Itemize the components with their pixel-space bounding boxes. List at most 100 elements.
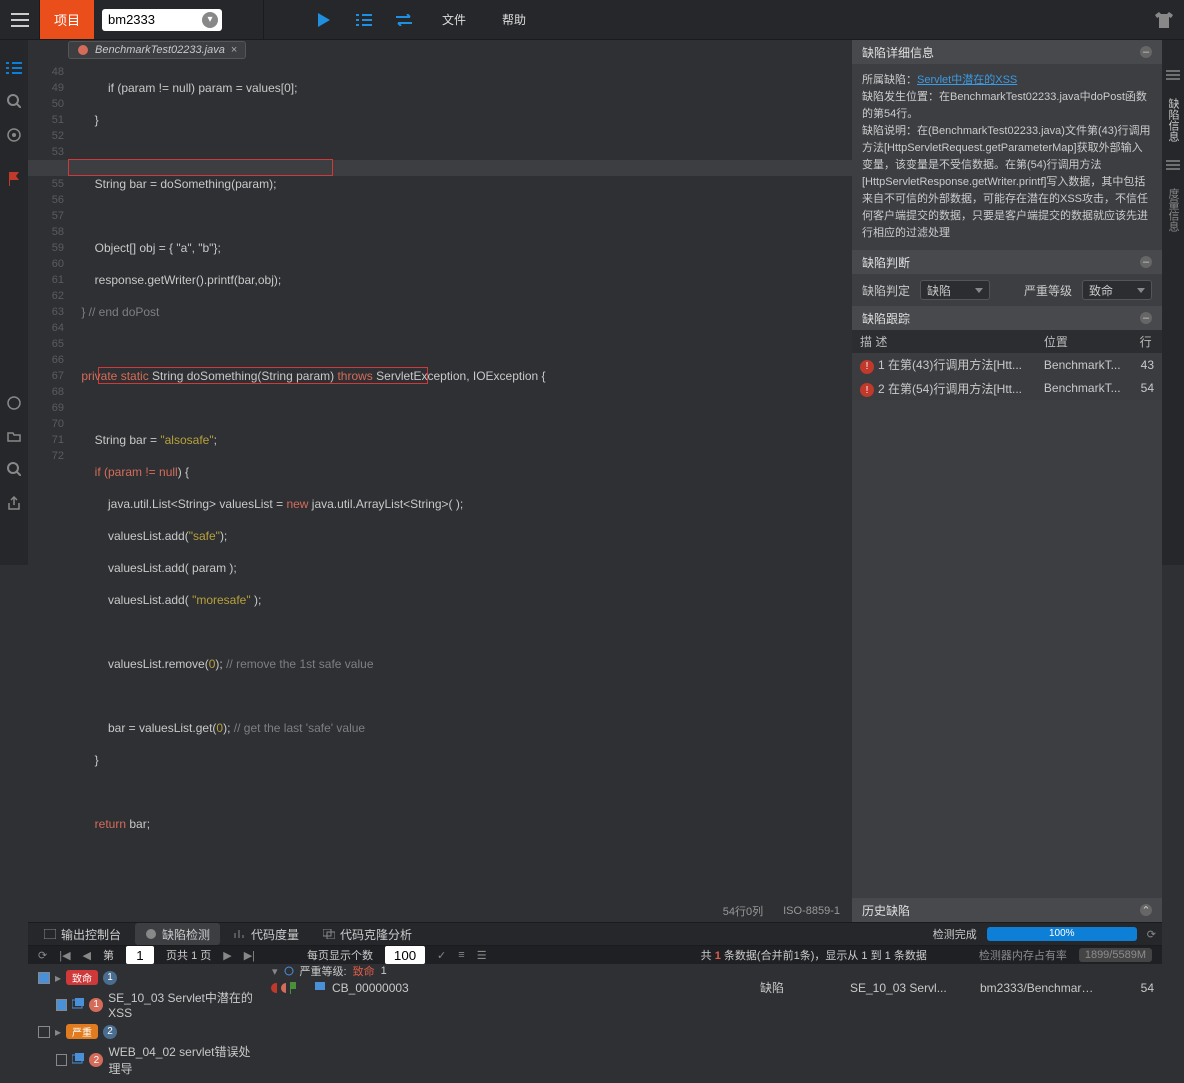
- nav-export-icon[interactable]: [7, 496, 21, 510]
- java-icon: [77, 44, 89, 56]
- refresh-icon[interactable]: ⟳: [38, 949, 47, 962]
- nav-flag-icon[interactable]: [8, 172, 20, 186]
- collapse-icon[interactable]: –: [1140, 256, 1152, 268]
- console-icon: [44, 929, 56, 939]
- tab-defect[interactable]: 缺陷检测: [135, 923, 220, 945]
- copy-icon: [312, 982, 326, 994]
- summary: 共 1 条数据(合并前1条)，显示从 1 到 1 条数据: [701, 947, 927, 963]
- defect-icon: [145, 928, 157, 940]
- next-page-icon[interactable]: ▶: [223, 949, 231, 962]
- memory-value: 1899/5589M: [1079, 948, 1152, 962]
- menu-icon[interactable]: [0, 0, 40, 39]
- copy-icon: [72, 998, 84, 1012]
- judge-label: 缺陷判定: [862, 282, 910, 299]
- right-rail: 缺陷信息 度量信息: [1162, 40, 1184, 565]
- first-page-icon[interactable]: |◀: [59, 949, 70, 962]
- track-table: 描 述位置行 !1 在第(43)行调用方法[Htt...BenchmarkT..…: [852, 330, 1162, 400]
- panel-title: 缺陷详细信息: [862, 44, 934, 61]
- defect-detail: 所属缺陷：Servlet中潜在的XSS 缺陷发生位置：在BenchmarkTes…: [852, 64, 1162, 250]
- nav-search2-icon[interactable]: [7, 462, 21, 476]
- tab-clone[interactable]: 代码克隆分析: [313, 923, 422, 945]
- flag-icon: [289, 982, 296, 994]
- editor-tabs: BenchmarkTest02233.java ×: [28, 40, 852, 60]
- left-rail: [0, 40, 28, 565]
- copy-icon: [72, 1053, 85, 1067]
- right-tab-defect[interactable]: 缺陷信息: [1165, 98, 1181, 142]
- editor-status: 54行0列 ISO-8859-1: [28, 900, 852, 922]
- filter-icon[interactable]: ≡: [458, 949, 464, 961]
- bug-icon: [270, 982, 277, 994]
- collapse-icon[interactable]: –: [1140, 46, 1152, 58]
- prev-page-icon[interactable]: ◀: [83, 949, 91, 962]
- nav-folder-icon[interactable]: [7, 430, 21, 442]
- expand-icon[interactable]: ⌃: [1140, 904, 1152, 916]
- list-icon[interactable]: [344, 0, 384, 39]
- severity-select[interactable]: 致命: [1082, 280, 1152, 300]
- track-row[interactable]: !2 在第(54)行调用方法[Htt...BenchmarkT...54: [852, 377, 1162, 401]
- table-row[interactable]: CB_00000003 缺陷 SE_10_03 Servl... bm2333/…: [264, 979, 1162, 996]
- nav-bug-icon[interactable]: [7, 396, 21, 410]
- code-content: if (param != null) param = values[0]; } …: [68, 60, 852, 900]
- per-page-input[interactable]: [385, 946, 425, 964]
- main: BenchmarkTest02233.java × 48495051525354…: [28, 40, 1162, 565]
- tab-metric[interactable]: 代码度量: [224, 923, 309, 945]
- right-list-icon[interactable]: [1166, 70, 1180, 80]
- severity-group[interactable]: ▾ 严重等级: 致命 1: [264, 963, 1162, 979]
- close-icon[interactable]: ×: [231, 44, 237, 56]
- upper-pane: BenchmarkTest02233.java × 48495051525354…: [28, 40, 1162, 923]
- editor-wrap: BenchmarkTest02233.java × 48495051525354…: [28, 40, 852, 922]
- shirt-icon[interactable]: [1144, 0, 1184, 39]
- tab-file-label: BenchmarkTest02233.java: [95, 44, 225, 56]
- tree-body: ▸ 致命 1 1 SE_10_03 Servlet中潜在的XSS ▸ 严重 2: [28, 964, 263, 1083]
- clear-icon[interactable]: ▾: [202, 12, 218, 28]
- menu-file[interactable]: 文件: [424, 0, 484, 39]
- swap-icon[interactable]: [384, 0, 424, 39]
- checkbox[interactable]: [38, 1026, 50, 1038]
- file-encoding: ISO-8859-1: [783, 905, 840, 917]
- apply-icon[interactable]: ✓: [437, 949, 446, 962]
- menu-help[interactable]: 帮助: [484, 0, 544, 39]
- scan-status: 检测完成: [933, 926, 977, 942]
- checkbox[interactable]: [56, 999, 67, 1011]
- project-label: 项目: [40, 0, 94, 39]
- checkbox[interactable]: [56, 1054, 67, 1066]
- page-input[interactable]: [126, 946, 154, 964]
- metric-icon: [234, 929, 246, 939]
- judge-select[interactable]: 缺陷: [920, 280, 990, 300]
- checkbox[interactable]: [38, 972, 50, 984]
- nav-search-icon[interactable]: [7, 94, 21, 108]
- run-icon[interactable]: [304, 0, 344, 39]
- tree-node[interactable]: ▸ 致命 1: [28, 968, 263, 987]
- top-bar: 项目 ▾ 文件 帮助: [0, 0, 1184, 40]
- last-page-icon[interactable]: ▶|: [244, 949, 255, 962]
- defect-link[interactable]: Servlet中潜在的XSS: [917, 74, 1017, 86]
- cursor-position: 54行0列: [723, 903, 763, 919]
- target-icon: [284, 966, 294, 976]
- tag-icon: [280, 982, 287, 994]
- settings-icon[interactable]: ☰: [477, 949, 487, 962]
- project-input-wrap: ▾: [94, 0, 264, 39]
- severity-label: 严重等级: [1024, 282, 1072, 299]
- tree-node[interactable]: 2 WEB_04_02 servlet错误处理导: [28, 1041, 263, 1079]
- editor-tab[interactable]: BenchmarkTest02233.java ×: [68, 41, 246, 59]
- nav-target-icon[interactable]: [7, 128, 21, 142]
- bottom-tabs: 输出控制台 缺陷检测 代码度量 代码克隆分析 检测完成 100% ⟳: [28, 923, 1162, 946]
- panel-header-judge: 缺陷判断 –: [852, 250, 1162, 274]
- code-editor[interactable]: 4849505152535455565758596061626364656667…: [28, 60, 852, 900]
- collapse-icon[interactable]: –: [1140, 312, 1152, 324]
- nav-list-icon[interactable]: [6, 62, 22, 74]
- tab-console[interactable]: 输出控制台: [34, 923, 131, 945]
- status-bar: ⟳ |◀ ◀ 第 页共 1 页 ▶ ▶| 每页显示个数 ✓ ≡ ☰ 共 1 条数…: [28, 946, 1162, 964]
- panel-header-track: 缺陷跟踪 –: [852, 306, 1162, 330]
- right-tab-metric[interactable]: 度量信息: [1165, 188, 1181, 232]
- gutter: 4849505152535455565758596061626364656667…: [28, 60, 68, 900]
- track-row[interactable]: !1 在第(43)行调用方法[Htt...BenchmarkT...43: [852, 353, 1162, 377]
- tree-node[interactable]: 1 SE_10_03 Servlet中潜在的XSS: [28, 987, 263, 1022]
- panel-header-history: 历史缺陷 ⌃: [852, 898, 1162, 922]
- memory-label: 检测器内存占有率: [979, 947, 1067, 963]
- judge-row: 缺陷判定 缺陷 严重等级 致命: [852, 274, 1162, 306]
- refresh-icon[interactable]: ⟳: [1147, 928, 1156, 941]
- info-panel: 缺陷详细信息 – 所属缺陷：Servlet中潜在的XSS 缺陷发生位置：在Ben…: [852, 40, 1162, 922]
- right-gauge-icon[interactable]: [1166, 160, 1180, 170]
- tree-node[interactable]: ▸ 严重 2: [28, 1022, 263, 1041]
